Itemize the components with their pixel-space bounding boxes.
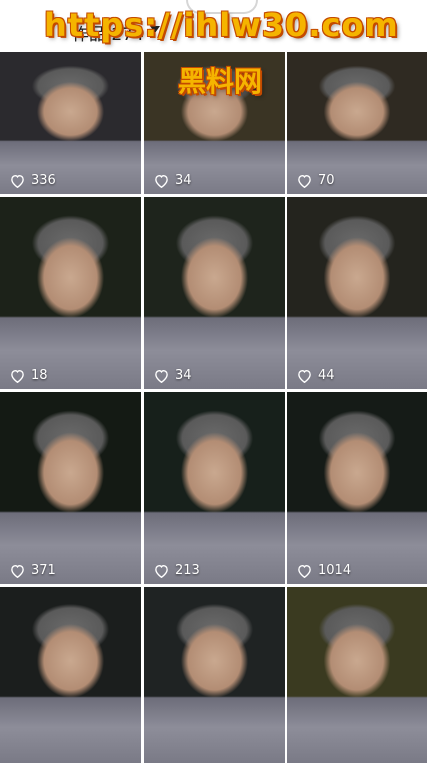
like-count-value: 34 bbox=[175, 368, 192, 383]
heart-icon bbox=[298, 564, 311, 578]
heart-icon bbox=[11, 369, 24, 383]
thumbnail-image bbox=[144, 587, 285, 763]
like-count-value: 336 bbox=[31, 173, 56, 188]
like-count-value: 34 bbox=[175, 173, 192, 188]
like-count-value: 213 bbox=[175, 563, 200, 578]
thumbnail-image bbox=[287, 587, 427, 763]
heart-icon bbox=[155, 564, 168, 578]
like-count-value: 1014 bbox=[318, 563, 352, 578]
thumbnail-image bbox=[0, 392, 141, 584]
top-handle bbox=[186, 0, 258, 14]
like-count: 70 bbox=[297, 173, 335, 188]
like-count-value: 44 bbox=[318, 368, 335, 383]
heart-icon bbox=[298, 174, 311, 188]
video-thumbnail[interactable] bbox=[144, 587, 285, 763]
like-count: 371 bbox=[10, 563, 56, 578]
video-thumbnail[interactable]: 44 bbox=[287, 197, 427, 389]
like-count: 336 bbox=[10, 173, 56, 188]
like-count: 1014 bbox=[297, 563, 351, 578]
video-thumbnail[interactable]: 371 bbox=[0, 392, 141, 584]
like-count: 213 bbox=[154, 563, 200, 578]
works-count-label[interactable]: 作品 274 bbox=[72, 20, 144, 45]
heart-icon bbox=[11, 174, 24, 188]
video-thumbnail[interactable]: 213 bbox=[144, 392, 285, 584]
video-thumbnail[interactable] bbox=[287, 587, 427, 763]
video-thumbnail[interactable]: 34 bbox=[144, 197, 285, 389]
like-count: 18 bbox=[10, 368, 48, 383]
thumbnail-image bbox=[287, 197, 427, 389]
like-count-value: 18 bbox=[31, 368, 48, 383]
video-thumbnail[interactable]: 336 bbox=[0, 52, 141, 194]
thumbnail-image bbox=[287, 392, 427, 584]
heart-icon bbox=[11, 564, 24, 578]
like-count-value: 371 bbox=[31, 563, 56, 578]
thumbnail-image bbox=[0, 197, 141, 389]
like-count: 34 bbox=[154, 173, 192, 188]
thumbnail-image bbox=[0, 587, 141, 763]
chevron-down-icon[interactable] bbox=[150, 26, 160, 33]
video-thumbnail[interactable]: 18 bbox=[0, 197, 141, 389]
video-thumbnail[interactable] bbox=[0, 587, 141, 763]
heart-icon bbox=[155, 369, 168, 383]
profile-header: 作品 274 bbox=[0, 0, 427, 52]
heart-icon bbox=[298, 369, 311, 383]
like-count-value: 70 bbox=[318, 173, 335, 188]
like-count: 44 bbox=[297, 368, 335, 383]
video-thumbnail[interactable]: 1014 bbox=[287, 392, 427, 584]
thumbnail-image bbox=[144, 392, 285, 584]
video-thumbnail[interactable]: 34 bbox=[144, 52, 285, 194]
video-thumbnail[interactable]: 70 bbox=[287, 52, 427, 194]
heart-icon bbox=[155, 174, 168, 188]
thumbnail-image bbox=[144, 197, 285, 389]
video-grid: 336 34 70 18 34 44 371 213 1014 bbox=[0, 52, 427, 763]
like-count: 34 bbox=[154, 368, 192, 383]
